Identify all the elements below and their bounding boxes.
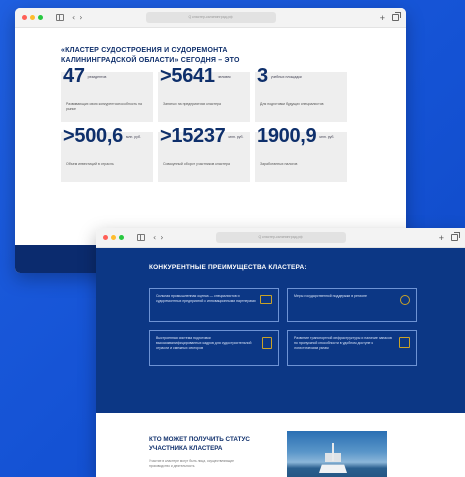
stat-card: 47 резидентов Развивающих свою конкуренто… <box>61 65 153 122</box>
handshake-icon <box>400 295 410 305</box>
ship-mast <box>332 443 334 461</box>
advantage-text: Развитие транспортной инфраструктуры и н… <box>294 336 392 350</box>
stat-value: 1900,9 млн. руб. <box>257 125 335 147</box>
advantage-text: Сильная промышленная оценка — специалист… <box>156 294 256 303</box>
stat-value: >15237 млн. руб. <box>160 125 244 147</box>
stat-card: >5641 человек Занятых на предприятиях кла… <box>158 65 250 122</box>
membership-section: КТО МОЖЕТ ПОЛУЧИТЬ СТАТУС УЧАСТНИКА КЛАС… <box>96 413 465 477</box>
advantage-card: Сильная промышленная оценка — специалист… <box>149 288 279 322</box>
membership-title: КТО МОЖЕТ ПОЛУЧИТЬ СТАТУС УЧАСТНИКА КЛАС… <box>149 436 250 452</box>
browser-window-advantages: ‹ › Q кластер-калининград.рф + КОНКУРЕНТ… <box>96 228 465 477</box>
stat-value: 3 учебных площадки <box>257 65 302 87</box>
new-tab-icon[interactable]: + <box>380 13 385 23</box>
stat-card: 1900,9 млн. руб. Заработанных налогов <box>255 125 347 182</box>
stat-value: 47 резидентов <box>63 65 107 87</box>
minimize-window-button[interactable] <box>111 235 116 240</box>
close-window-button[interactable] <box>103 235 108 240</box>
section-title: КОНКУРЕНТНЫЕ ПРЕИМУЩЕСТВА КЛАСТЕРА: <box>149 264 307 271</box>
advantage-text: Меры государственной поддержки в регионе <box>294 294 367 298</box>
stat-description: Совокупный оборот участников кластера <box>163 162 230 166</box>
stat-unit: млн. руб. <box>228 134 244 139</box>
ship-photo <box>287 431 387 477</box>
stat-value: >500,6 млн. руб. <box>63 125 141 147</box>
map-icon <box>399 337 410 348</box>
stat-card: 3 учебных площадки Для подготовки будущих… <box>255 65 347 122</box>
address-bar[interactable]: Q кластер-калининград.рф <box>215 232 346 243</box>
stats-grid: 47 резидентов Развивающих свою конкуренто… <box>61 65 351 182</box>
advantages-section: КОНКУРЕНТНЫЕ ПРЕИМУЩЕСТВА КЛАСТЕРА: Силь… <box>96 248 465 413</box>
browser-toolbar: ‹ › Q кластер-калининград.рф + <box>96 228 465 248</box>
maximize-window-button[interactable] <box>119 235 124 240</box>
advantage-card: Меры государственной поддержки в регионе <box>287 288 417 322</box>
back-icon[interactable]: ‹ <box>72 13 75 22</box>
advantage-card: Развитие транспортной инфраструктуры и н… <box>287 330 417 366</box>
browser-toolbar: ‹ › Q кластер-калининград.рф + <box>15 8 406 28</box>
certificate-icon <box>262 337 272 349</box>
new-tab-icon[interactable]: + <box>439 233 444 243</box>
stat-unit: человек <box>217 74 231 79</box>
back-icon[interactable]: ‹ <box>153 233 156 242</box>
stat-description: Заработанных налогов <box>260 162 298 166</box>
advantage-card: Выстроенная система подготовки высококва… <box>149 330 279 366</box>
stat-unit: млн. руб. <box>125 134 141 139</box>
stat-unit: учебных площадки <box>270 74 302 79</box>
address-bar[interactable]: Q кластер-калининград.рф <box>145 12 276 23</box>
ship-icon <box>260 295 272 304</box>
stat-value: >5641 человек <box>160 65 231 87</box>
stat-description: Развивающих свою конкурентоспособность н… <box>66 102 142 111</box>
stat-description: Для подготовки будущих специалистов <box>260 102 324 106</box>
membership-description: Участие в кластере могут быть лица, осущ… <box>149 459 234 468</box>
stat-description: Объем инвестиций в отрасль <box>66 162 114 166</box>
stat-card: >15237 млн. руб. Совокупный оборот участн… <box>158 125 250 182</box>
stat-description: Занятых на предприятиях кластера <box>163 102 221 106</box>
stat-unit: млн. руб. <box>319 134 335 139</box>
sidebar-toggle-icon[interactable] <box>137 234 145 241</box>
section-title: «КЛАСТЕР СУДОСТРОЕНИЯ И СУДОРЕМОНТА КАЛИ… <box>61 47 240 64</box>
advantage-text: Выстроенная система подготовки высококва… <box>156 336 252 350</box>
close-window-button[interactable] <box>22 15 27 20</box>
sidebar-toggle-icon[interactable] <box>56 14 64 21</box>
minimize-window-button[interactable] <box>30 15 35 20</box>
stat-unit: резидентов <box>87 74 107 79</box>
forward-icon[interactable]: › <box>79 13 82 22</box>
tabs-overview-icon[interactable] <box>392 12 401 21</box>
maximize-window-button[interactable] <box>38 15 43 20</box>
tabs-overview-icon[interactable] <box>451 232 460 241</box>
stat-card: >500,6 млн. руб. Объем инвестиций в отрас… <box>61 125 153 182</box>
forward-icon[interactable]: › <box>160 233 163 242</box>
